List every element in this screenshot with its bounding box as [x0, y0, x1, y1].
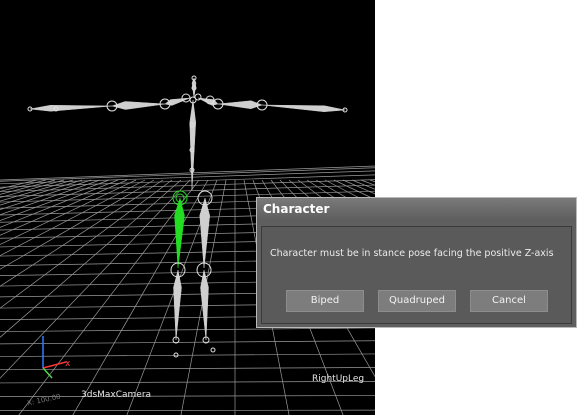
bone-spine	[189, 99, 197, 191]
bone-right-forearm	[217, 100, 263, 110]
grid-line	[0, 179, 65, 198]
grid-line	[0, 179, 146, 257]
biped-button[interactable]: Biped	[286, 290, 364, 312]
bone-right-hand	[261, 104, 346, 112]
grid-line	[0, 179, 128, 236]
grid-line	[0, 409, 375, 411]
dialog-title: Character	[263, 202, 330, 216]
selected-bone-label: RightUpLeg	[312, 374, 365, 384]
quadruped-button[interactable]: Quadruped	[378, 290, 456, 312]
grid-line	[0, 179, 182, 338]
dialog-message: Character must be in stance pose facing …	[270, 248, 554, 259]
cancel-button[interactable]: Cancel	[470, 290, 548, 312]
grid-line	[0, 179, 83, 206]
bone-left-arm	[29, 105, 113, 112]
bone-left-up-leg	[199, 197, 211, 269]
grid-line	[0, 179, 47, 192]
grid-line	[0, 179, 173, 309]
grid-line	[0, 353, 375, 357]
axis-gizmo	[42, 336, 67, 379]
bone-right-shoulder	[197, 97, 219, 106]
dialog-titlebar[interactable]: Character	[257, 198, 576, 220]
skeleton-joint	[210, 347, 216, 353]
grid-line	[0, 179, 119, 228]
character-dialog: Character Character must be in stance po…	[256, 197, 577, 328]
grid-line	[0, 179, 164, 287]
grid-line	[0, 367, 375, 370]
bone-right-up-leg	[174, 197, 185, 269]
grid-line	[0, 179, 137, 245]
grid-line	[72, 179, 209, 415]
axis-x-label: x	[65, 359, 71, 369]
grid-line	[0, 179, 38, 190]
grid-line	[0, 327, 375, 332]
grid-line	[0, 167, 375, 182]
grid-line	[0, 340, 375, 345]
camera-label: 3dsMaxCamera	[81, 390, 152, 400]
grid-line	[0, 179, 191, 379]
gizmo-x-axis	[42, 361, 67, 369]
bone-left-forearm	[111, 101, 166, 110]
dialog-body: Character must be in stance pose facing …	[261, 226, 572, 324]
grid-line	[18, 179, 200, 415]
